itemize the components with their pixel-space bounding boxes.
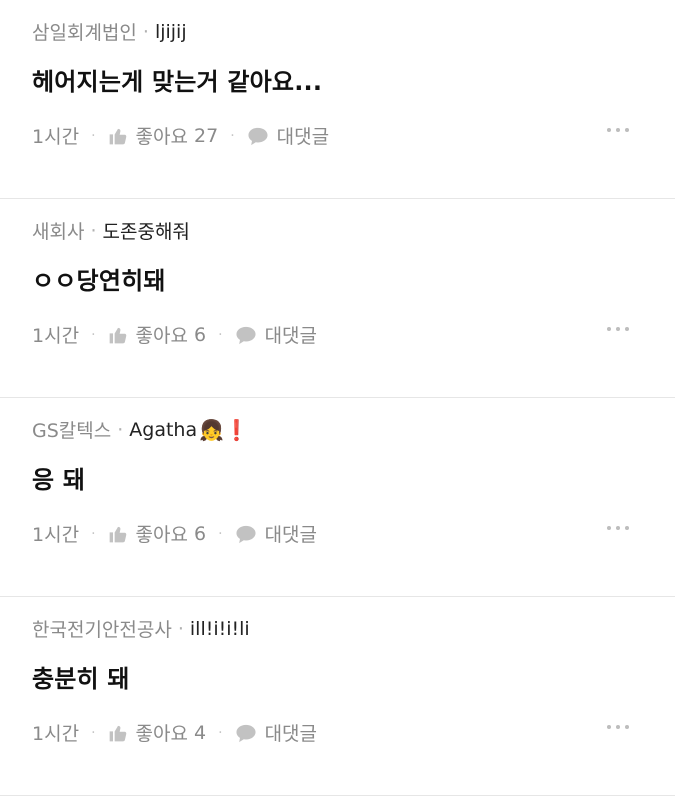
- more-dots-icon[interactable]: [607, 327, 629, 331]
- comment-time: 1시간: [32, 325, 80, 347]
- thumbs-up-icon: [109, 128, 126, 144]
- meta-separator: ·: [90, 219, 97, 242]
- company-name: GS칼텍스: [32, 420, 112, 442]
- nickname-emoji: 👧❗: [199, 417, 249, 442]
- action-separator: ·: [218, 724, 223, 741]
- speech-bubble-icon: [236, 525, 256, 543]
- action-separator: ·: [218, 326, 223, 343]
- nickname: ill!i!i!li: [189, 617, 250, 640]
- comment-time: 1시간: [32, 126, 80, 148]
- action-separator: ·: [91, 525, 96, 542]
- reply-label: 대댓글: [264, 723, 318, 745]
- comment-text: 응 돼: [32, 466, 86, 494]
- reply-button[interactable]: 대댓글: [235, 321, 317, 348]
- comment-item: 삼일회계법인 · ljijij 헤어지는게 맞는거 같아요... 1시간 · 좋…: [0, 0, 675, 199]
- action-separator: ·: [218, 525, 223, 542]
- nickname: 도존중해줘: [102, 221, 190, 243]
- like-button[interactable]: 좋아요 6: [108, 520, 207, 547]
- like-label: 좋아요: [135, 126, 188, 148]
- reply-label: 대댓글: [264, 325, 318, 347]
- like-count: 6: [194, 522, 207, 545]
- comment-author[interactable]: 한국전기안전공사 · ill!i!i!li: [32, 615, 252, 642]
- nickname: ljijij: [154, 20, 187, 43]
- reply-button[interactable]: 대댓글: [235, 520, 317, 547]
- comment-author[interactable]: 새회사 · 도존중해줘: [32, 217, 192, 244]
- thumbs-up-icon: [109, 327, 126, 343]
- comment-text: 헤어지는게 맞는거 같아요...: [32, 68, 323, 96]
- like-count: 4: [194, 721, 207, 744]
- like-count: 27: [194, 124, 219, 147]
- more-dots-icon[interactable]: [607, 526, 629, 530]
- meta-separator: ·: [117, 418, 124, 441]
- like-label: 좋아요: [135, 325, 188, 347]
- company-name: 삼일회계법인: [32, 22, 137, 44]
- action-separator: ·: [91, 127, 96, 144]
- thumbs-up-icon: [109, 725, 126, 741]
- reply-label: 대댓글: [276, 126, 330, 148]
- comment-item: 한국전기안전공사 · ill!i!i!li 충분히 돼 1시간 · 좋아요 4 …: [0, 597, 675, 796]
- action-separator: ·: [91, 724, 96, 741]
- like-button[interactable]: 좋아요 4: [108, 719, 207, 746]
- comment-author[interactable]: 삼일회계법인 · ljijij: [32, 18, 189, 45]
- speech-bubble-icon: [236, 326, 256, 344]
- comment-time: 1시간: [32, 723, 80, 745]
- action-separator: ·: [230, 127, 235, 144]
- more-dots-icon[interactable]: [607, 725, 629, 729]
- like-label: 좋아요: [135, 524, 188, 546]
- company-name: 한국전기안전공사: [32, 619, 172, 641]
- comment-time: 1시간: [32, 524, 80, 546]
- comment-actions: 1시간 · 좋아요 27 · 대댓글: [32, 122, 329, 149]
- meta-separator: ·: [142, 20, 149, 43]
- reply-button[interactable]: 대댓글: [235, 719, 317, 746]
- more-dots-icon[interactable]: [607, 128, 629, 132]
- comment-actions: 1시간 · 좋아요 6 · 대댓글: [32, 321, 317, 348]
- nickname: Agatha: [129, 418, 198, 441]
- like-button[interactable]: 좋아요 27: [108, 122, 219, 149]
- speech-bubble-icon: [236, 724, 256, 742]
- comment-actions: 1시간 · 좋아요 6 · 대댓글: [32, 520, 317, 547]
- comment-text: ㅇㅇ당연히돼: [32, 267, 166, 295]
- action-separator: ·: [91, 326, 96, 343]
- comment-text: 충분히 돼: [32, 665, 130, 693]
- meta-separator: ·: [177, 617, 184, 640]
- company-name: 새회사: [32, 221, 85, 243]
- like-count: 6: [194, 323, 207, 346]
- comment-actions: 1시간 · 좋아요 4 · 대댓글: [32, 719, 317, 746]
- like-button[interactable]: 좋아요 6: [108, 321, 207, 348]
- comment-item: 새회사 · 도존중해줘 ㅇㅇ당연히돼 1시간 · 좋아요 6 · 대댓글: [0, 199, 675, 398]
- reply-button[interactable]: 대댓글: [247, 122, 329, 149]
- speech-bubble-icon: [248, 127, 268, 145]
- comment-list: 삼일회계법인 · ljijij 헤어지는게 맞는거 같아요... 1시간 · 좋…: [0, 0, 675, 796]
- thumbs-up-icon: [109, 526, 126, 542]
- reply-label: 대댓글: [264, 524, 318, 546]
- comment-item: GS칼텍스 · Agatha 👧❗ 응 돼 1시간 · 좋아요 6 · 대댓글: [0, 398, 675, 597]
- comment-author[interactable]: GS칼텍스 · Agatha 👧❗: [32, 416, 249, 443]
- like-label: 좋아요: [135, 723, 188, 745]
